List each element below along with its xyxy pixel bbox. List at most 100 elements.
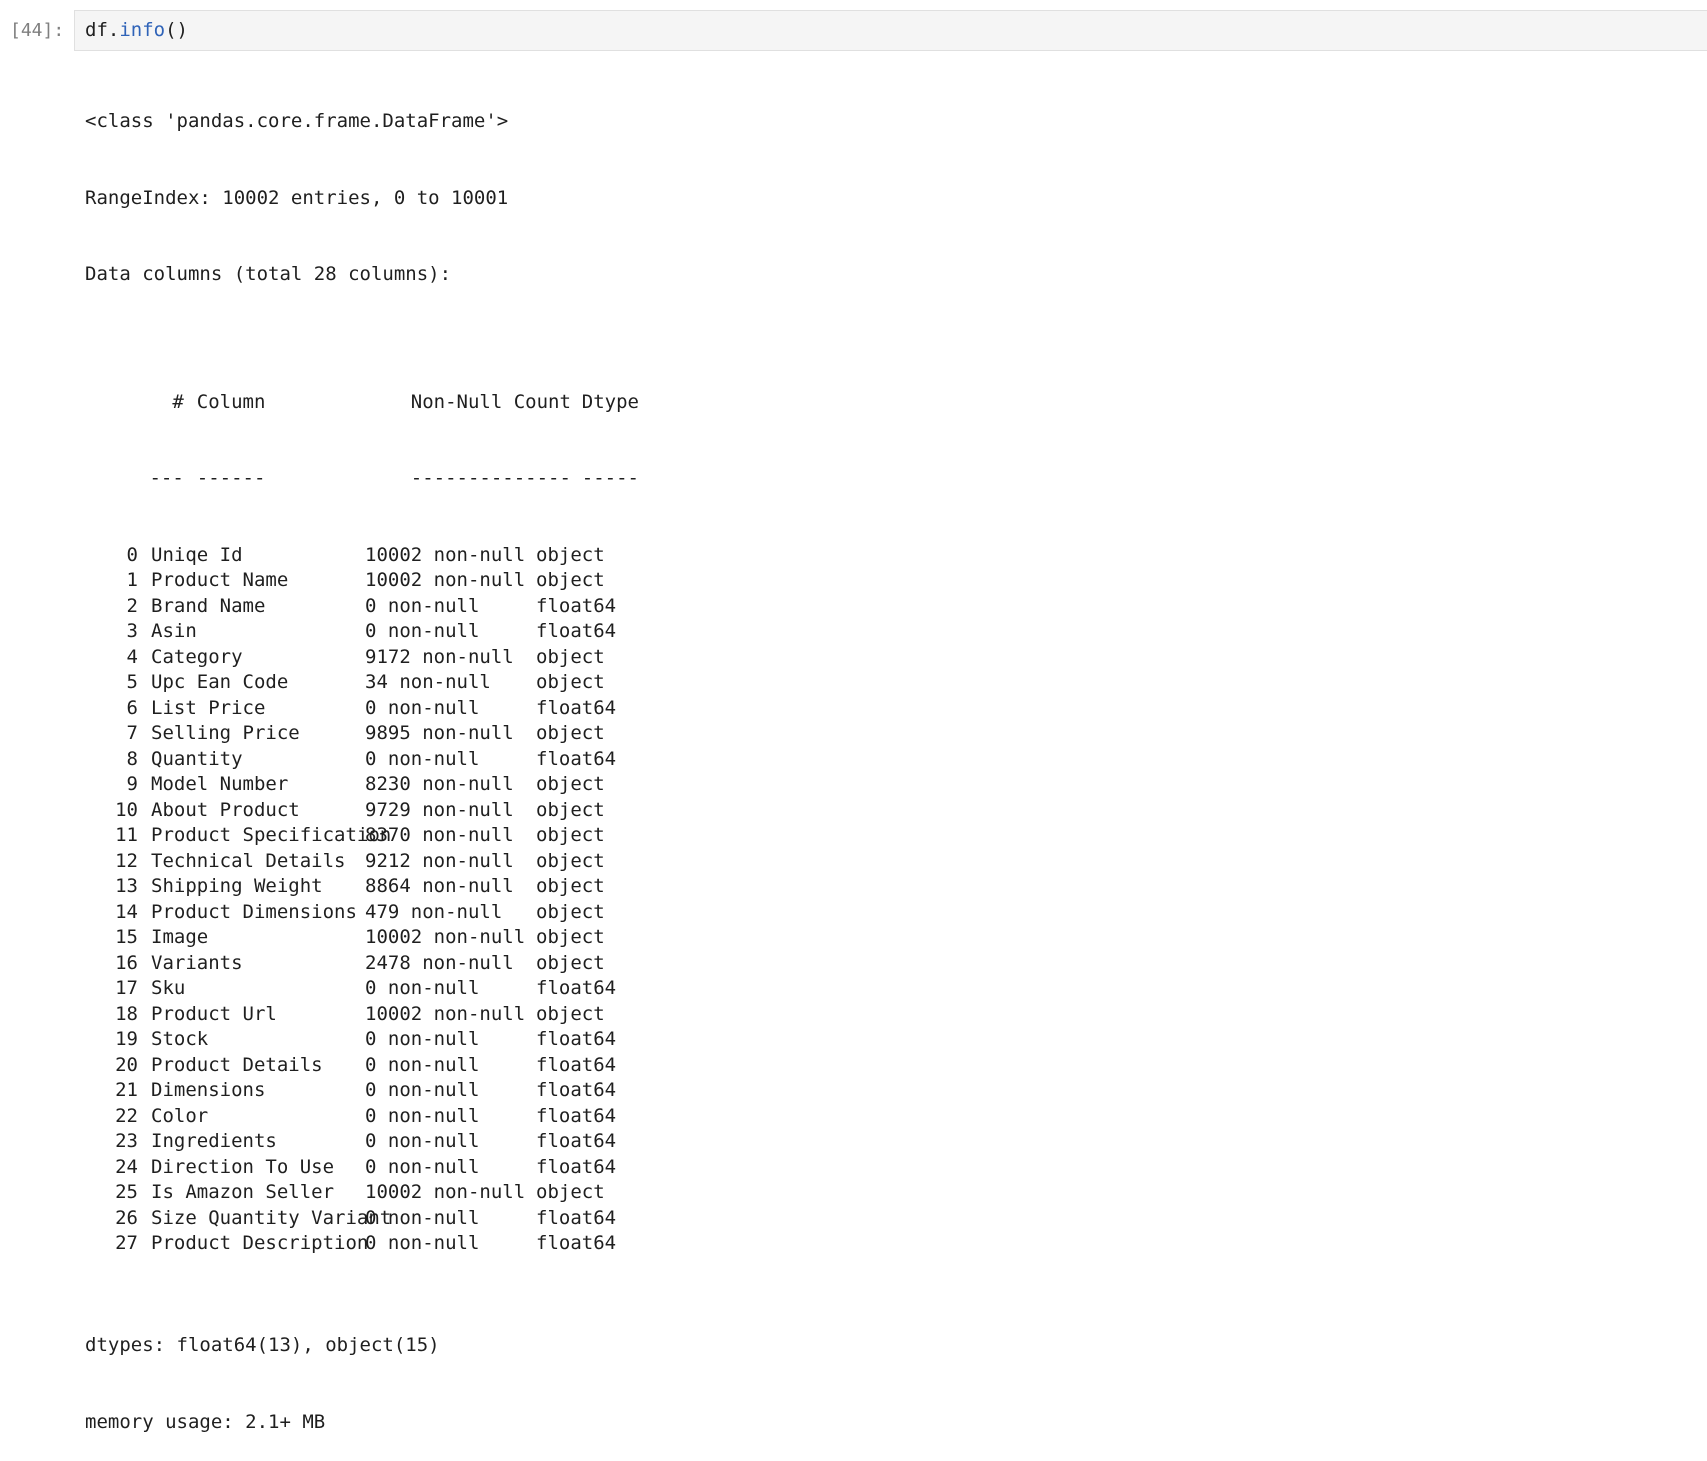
row-column-name: Brand Name xyxy=(151,594,266,617)
row-non-null-count: 0 non-null xyxy=(365,1104,480,1127)
table-separator: --- ------ -------------- ----- xyxy=(85,441,682,489)
table-row: 22 Color 0 non-null float64 xyxy=(85,1104,682,1130)
row-dtype: float64 xyxy=(536,620,617,642)
row-non-null-count: 9729 non-null xyxy=(365,798,514,821)
code-function: info xyxy=(119,19,166,41)
code-line: df.info() xyxy=(85,17,188,43)
row-column-name: Stock xyxy=(151,1028,209,1050)
row-index: 26 xyxy=(115,1206,138,1229)
table-row: 12 Technical Details 9212 non-null object xyxy=(85,849,682,875)
row-index: 19 xyxy=(115,1028,138,1050)
row-non-null-count: 0 non-null xyxy=(365,977,480,999)
row-index: 17 xyxy=(115,977,138,999)
row-column-name: Sku xyxy=(151,977,186,999)
code-cell-input[interactable]: df.info() xyxy=(74,10,1707,51)
table-rows: 0 Uniqe Id 10002 non-null object 1 Product Na… xyxy=(85,543,682,1257)
row-index: 22 xyxy=(115,1104,138,1127)
table-row: 7 Selling Price 9895 non-null object xyxy=(85,721,682,747)
row-index: 6 xyxy=(126,696,138,719)
table-row: 2 Brand Name 0 non-null float64 xyxy=(85,594,682,620)
row-non-null-count: 0 non-null xyxy=(365,1053,480,1076)
row-non-null-count: 10002 non-null xyxy=(365,543,526,566)
row-dtype: object xyxy=(536,926,605,948)
row-non-null-count: 9895 non-null xyxy=(365,722,514,744)
table-row: 15 Image 10002 non-null object xyxy=(85,925,682,951)
row-non-null-count: 2478 non-null xyxy=(365,951,514,974)
row-column-name: Size Quantity Variant xyxy=(151,1206,392,1229)
row-dtype: float64 xyxy=(536,977,617,999)
row-column-name: List Price xyxy=(151,696,266,719)
code-object: df xyxy=(85,19,108,41)
table-row: 8 Quantity 0 non-null float64 xyxy=(85,747,682,773)
row-non-null-count: 10002 non-null xyxy=(365,1002,526,1025)
row-column-name: Product Url xyxy=(151,1002,277,1025)
row-index: 14 xyxy=(115,900,138,923)
separator-column: ------ xyxy=(196,467,266,489)
table-row: 18 Product Url 10002 non-null object xyxy=(85,1002,682,1028)
header-column: Column xyxy=(196,390,266,413)
dtypes-line: dtypes: float64(13), object(15) xyxy=(85,1334,440,1356)
row-dtype: object xyxy=(536,1181,605,1203)
row-dtype: object xyxy=(536,569,605,591)
row-non-null-count: 0 non-null xyxy=(365,747,480,770)
row-non-null-count: 9172 non-null xyxy=(365,645,514,668)
row-column-name: Upc Ean Code xyxy=(151,671,289,693)
row-non-null-count: 0 non-null xyxy=(365,594,480,617)
row-dtype: float64 xyxy=(536,696,617,719)
row-non-null-count: 8230 non-null xyxy=(365,773,514,795)
row-column-name: Selling Price xyxy=(151,722,300,744)
table-row: 24 Direction To Use 0 non-null float64 xyxy=(85,1155,682,1181)
row-dtype: object xyxy=(536,824,605,846)
row-non-null-count: 479 non-null xyxy=(365,900,503,923)
table-header: # Column Non-Null Count Dtype xyxy=(85,364,682,413)
separator-count: -------------- xyxy=(410,467,571,489)
row-dtype: object xyxy=(536,849,605,872)
row-column-name: Technical Details xyxy=(151,849,346,872)
table-row: 0 Uniqe Id 10002 non-null object xyxy=(85,543,682,569)
table-row: 17 Sku 0 non-null float64 xyxy=(85,976,682,1002)
row-column-name: Ingredients xyxy=(151,1130,277,1152)
row-dtype: object xyxy=(536,900,605,923)
row-index: 20 xyxy=(115,1053,138,1076)
row-dtype: object xyxy=(536,1002,605,1025)
row-non-null-count: 10002 non-null xyxy=(365,926,526,948)
table-row: 20 Product Details 0 non-null float64 xyxy=(85,1053,682,1079)
code-dot: . xyxy=(107,19,120,41)
row-index: 18 xyxy=(115,1002,138,1025)
row-index: 11 xyxy=(115,824,138,846)
table-row: 21 Dimensions 0 non-null float64 xyxy=(85,1078,682,1104)
row-column-name: Product Details xyxy=(151,1053,323,1076)
row-column-name: Color xyxy=(151,1104,209,1127)
row-index: 21 xyxy=(115,1079,138,1101)
row-non-null-count: 0 non-null xyxy=(365,620,480,642)
row-index: 8 xyxy=(126,747,138,770)
table-row: 5 Upc Ean Code 34 non-null object xyxy=(85,670,682,696)
row-index: 3 xyxy=(126,620,138,642)
row-non-null-count: 0 non-null xyxy=(365,1232,480,1254)
header-count: Non-Null Count xyxy=(410,390,571,413)
row-index: 27 xyxy=(115,1232,138,1254)
row-non-null-count: 8370 non-null xyxy=(365,824,514,846)
table-row: 10 About Product 9729 non-null object xyxy=(85,798,682,824)
row-column-name: Shipping Weight xyxy=(151,875,323,897)
header-index: # xyxy=(172,390,184,413)
table-row: 27 Product Description0 non-null float64 xyxy=(85,1231,682,1257)
row-non-null-count: 8864 non-null xyxy=(365,875,514,897)
row-index: 9 xyxy=(126,773,138,795)
row-non-null-count: 10002 non-null xyxy=(365,1181,526,1203)
row-dtype: float64 xyxy=(536,1155,617,1178)
row-dtype: object xyxy=(536,671,605,693)
row-dtype: float64 xyxy=(536,1104,617,1127)
table-row: 11 Product Specification8370 non-null obje… xyxy=(85,823,682,849)
row-non-null-count: 0 non-null xyxy=(365,1079,480,1101)
row-dtype: object xyxy=(536,951,605,974)
table-row: 13 Shipping Weight 8864 non-null object xyxy=(85,874,682,900)
row-non-null-count: 0 non-null xyxy=(365,1028,480,1050)
row-dtype: float64 xyxy=(536,1079,617,1101)
row-non-null-count: 0 non-null xyxy=(365,1130,480,1152)
row-dtype: object xyxy=(536,645,605,668)
row-dtype: float64 xyxy=(536,1028,617,1050)
row-dtype: float64 xyxy=(536,594,617,617)
row-column-name: Product Name xyxy=(151,569,289,591)
row-dtype: float64 xyxy=(536,1053,617,1076)
